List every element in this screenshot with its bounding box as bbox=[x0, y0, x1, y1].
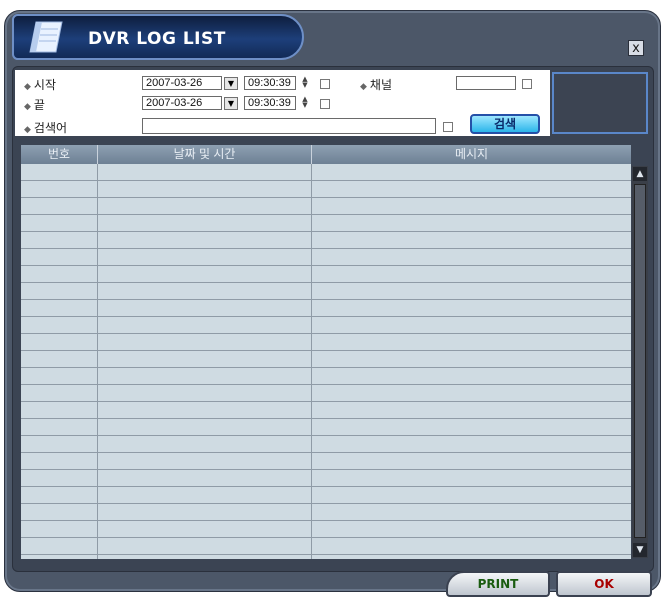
table-row[interactable] bbox=[21, 283, 631, 300]
table-row[interactable] bbox=[21, 266, 631, 283]
scrollbar-thumb[interactable] bbox=[634, 184, 646, 538]
end-time-field[interactable]: 09:30:39 bbox=[244, 96, 296, 110]
bullet-icon: ◆ bbox=[360, 81, 367, 91]
end-label: 끝 bbox=[33, 98, 45, 112]
search-button[interactable]: 검색 bbox=[470, 114, 540, 134]
bullet-icon: ◆ bbox=[24, 101, 31, 111]
channel-enable-checkbox[interactable] bbox=[522, 79, 532, 89]
table-row[interactable] bbox=[21, 521, 631, 538]
table-row[interactable] bbox=[21, 385, 631, 402]
bullet-icon: ◆ bbox=[24, 124, 31, 134]
start-date-dropdown[interactable]: ▼ bbox=[224, 77, 238, 90]
keyword-label-row: ◆ 검색어 bbox=[24, 119, 67, 136]
scroll-up-icon[interactable]: ▲ bbox=[633, 167, 647, 181]
ok-button[interactable]: OK bbox=[556, 571, 652, 597]
table-row[interactable] bbox=[21, 334, 631, 351]
scroll-down-icon[interactable]: ▼ bbox=[633, 543, 647, 557]
end-date-field[interactable]: 2007-03-26 bbox=[142, 96, 222, 110]
print-button[interactable]: PRINT bbox=[446, 571, 550, 597]
start-label: 시작 bbox=[33, 78, 57, 92]
table-row[interactable] bbox=[21, 181, 631, 198]
start-date-field[interactable]: 2007-03-26 bbox=[142, 76, 222, 90]
end-label-row: ◆ 끝 bbox=[24, 96, 45, 113]
window-title: DVR LOG LIST bbox=[88, 29, 226, 49]
start-time-spinner[interactable]: ▲ ▼ bbox=[298, 76, 312, 90]
table-row[interactable] bbox=[21, 453, 631, 470]
keyword-input[interactable] bbox=[142, 118, 436, 134]
keyword-enable-checkbox[interactable] bbox=[443, 122, 453, 132]
notebook-icon bbox=[29, 21, 63, 53]
column-header-message[interactable]: 메시지 bbox=[312, 145, 631, 164]
table-row[interactable] bbox=[21, 300, 631, 317]
start-enable-checkbox[interactable] bbox=[320, 79, 330, 89]
column-divider bbox=[97, 164, 98, 559]
table-row[interactable] bbox=[21, 419, 631, 436]
channel-label-row: ◆ 채널 bbox=[360, 76, 392, 93]
end-enable-checkbox[interactable] bbox=[320, 99, 330, 109]
end-time-spinner[interactable]: ▲ ▼ bbox=[298, 96, 312, 110]
bullet-icon: ◆ bbox=[24, 81, 31, 91]
table-row[interactable] bbox=[21, 249, 631, 266]
table-row[interactable] bbox=[21, 215, 631, 232]
start-time-field[interactable]: 09:30:39 bbox=[244, 76, 296, 90]
column-divider bbox=[311, 164, 312, 559]
log-table bbox=[21, 145, 631, 559]
table-row[interactable] bbox=[21, 198, 631, 215]
channel-label: 채널 bbox=[369, 78, 393, 92]
end-date-dropdown[interactable]: ▼ bbox=[224, 97, 238, 110]
table-row[interactable] bbox=[21, 487, 631, 504]
column-header-number[interactable]: 번호 bbox=[21, 145, 98, 164]
table-row[interactable] bbox=[21, 368, 631, 385]
table-row[interactable] bbox=[21, 232, 631, 249]
close-button[interactable]: x bbox=[628, 40, 644, 56]
table-row[interactable] bbox=[21, 538, 631, 555]
table-row[interactable] bbox=[21, 317, 631, 334]
keyword-label: 검색어 bbox=[33, 121, 68, 135]
table-header: 번호 날짜 및 시간 메시지 bbox=[21, 145, 631, 164]
table-row[interactable] bbox=[21, 436, 631, 453]
table-row[interactable] bbox=[21, 402, 631, 419]
table-row[interactable] bbox=[21, 470, 631, 487]
start-label-row: ◆ 시작 bbox=[24, 76, 56, 93]
table-row[interactable] bbox=[21, 351, 631, 368]
column-header-datetime[interactable]: 날짜 및 시간 bbox=[98, 145, 312, 164]
channel-field[interactable] bbox=[456, 76, 516, 90]
table-row[interactable] bbox=[21, 504, 631, 521]
preview-box bbox=[552, 72, 648, 134]
table-row[interactable] bbox=[21, 164, 631, 181]
